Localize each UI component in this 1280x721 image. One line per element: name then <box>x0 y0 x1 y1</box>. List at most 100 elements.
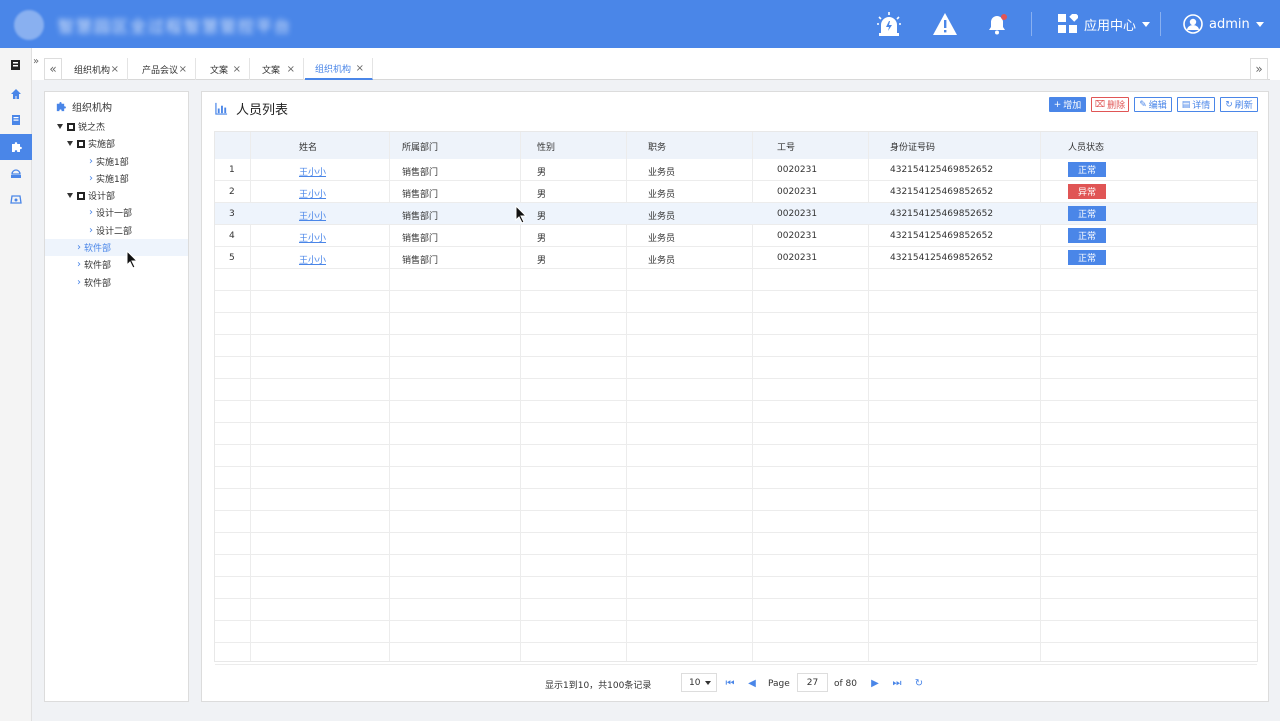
empty-table-row <box>215 533 1257 555</box>
tree-node[interactable]: 设计部 <box>45 187 188 204</box>
tree-node-label: 软件部 <box>84 244 112 254</box>
tab-scroll-right-icon[interactable]: » <box>1250 58 1268 80</box>
table-row[interactable]: 3 王小小 销售部门 男 业务员 0020231 432154125469852652 正常 <box>215 203 1257 225</box>
sidebar-item-monitor[interactable] <box>0 186 32 212</box>
table-cell: 432154125469852652 <box>890 187 994 197</box>
chevron-right-icon[interactable]: › <box>89 156 93 167</box>
chevron-right-icon[interactable]: › <box>89 207 93 218</box>
close-icon[interactable]: × <box>356 63 364 74</box>
sidebar-item-organization[interactable] <box>0 134 32 160</box>
table-cell: 2 <box>229 187 235 197</box>
column-header[interactable]: 所属部门 <box>402 140 438 153</box>
first-page-icon[interactable]: ⏮ <box>724 676 736 690</box>
add-button[interactable]: + 增加 <box>1049 97 1086 112</box>
person-name-link[interactable]: 王小小 <box>299 187 326 200</box>
person-name-link[interactable]: 王小小 <box>299 209 326 222</box>
close-icon[interactable]: × <box>179 64 187 75</box>
person-name-link[interactable]: 王小小 <box>299 165 326 178</box>
column-header[interactable]: 职务 <box>648 140 666 153</box>
column-header[interactable]: 工号 <box>777 140 795 153</box>
tree-node[interactable]: › 实施1部 <box>45 153 188 170</box>
tree-node[interactable]: 锐之杰 <box>45 118 188 135</box>
table-cell: 0020231 <box>777 253 818 263</box>
collapse-icon[interactable] <box>67 193 73 198</box>
tab-scroll-left-icon[interactable]: « <box>44 58 62 80</box>
table-row[interactable]: 1 王小小 销售部门 男 业务员 0020231 432154125469852652 正常 <box>215 159 1257 181</box>
sidebar-item-cloud[interactable] <box>0 160 32 186</box>
sidebar-item-docs[interactable] <box>0 52 32 78</box>
chevron-right-icon[interactable]: › <box>89 225 93 236</box>
tab-org-active[interactable]: 组织机构 × <box>305 58 373 80</box>
mouse-cursor <box>126 250 139 268</box>
chevron-right-icon[interactable]: › <box>77 242 81 253</box>
chevron-right-icon[interactable]: › <box>89 173 93 184</box>
column-header[interactable]: 姓名 <box>299 140 317 153</box>
chevron-right-icon[interactable]: › <box>77 259 81 270</box>
table-row[interactable]: 5 王小小 销售部门 男 业务员 0020231 432154125469852652 正常 <box>215 247 1257 269</box>
tree-node[interactable]: › 实施1部 <box>45 170 188 187</box>
warning-icon[interactable] <box>931 10 959 38</box>
app-center-menu[interactable]: 应用中心 <box>1058 0 1151 48</box>
person-name-link[interactable]: 王小小 <box>299 253 326 266</box>
table-cell: 432154125469852652 <box>890 231 994 241</box>
empty-table-row <box>215 291 1257 313</box>
sidebar-item-list[interactable] <box>0 107 32 133</box>
table-cell: 销售部门 <box>402 256 439 266</box>
table-row[interactable]: 4 王小小 销售部门 男 业务员 0020231 432154125469852652 正常 <box>215 225 1257 247</box>
chevron-down-icon <box>1142 21 1151 27</box>
empty-table-row <box>215 269 1257 291</box>
column-header[interactable]: 性别 <box>537 140 555 153</box>
chevron-down-icon <box>1255 21 1264 27</box>
refresh-icon: ↻ <box>1225 99 1233 110</box>
page-number-input[interactable]: 27 <box>797 673 828 692</box>
tab-org[interactable]: 组织机构 × <box>64 58 128 80</box>
table-cell: 销售部门 <box>402 212 439 222</box>
tree-node-label: 实施部 <box>88 140 116 150</box>
next-page-icon[interactable]: ▶ <box>869 676 881 690</box>
prev-page-icon[interactable]: ◀ <box>746 676 758 690</box>
tree-node[interactable]: › 设计二部 <box>45 222 188 239</box>
tree-node[interactable]: 实施部 <box>45 135 188 152</box>
close-icon[interactable]: × <box>287 64 295 75</box>
tree-node[interactable]: › 软件部 <box>45 256 188 273</box>
bookmark-icon <box>67 122 75 131</box>
tab-copy-2[interactable]: 文案 × <box>252 58 304 80</box>
collapse-icon[interactable] <box>67 141 73 146</box>
tree-node[interactable]: › 设计一部 <box>45 204 188 221</box>
detail-button[interactable]: ▤ 详情 <box>1177 97 1215 112</box>
puzzle-icon <box>12 142 22 152</box>
collapse-icon[interactable] <box>57 124 63 129</box>
delete-label: 删除 <box>1107 101 1126 111</box>
chevron-right-icon[interactable]: › <box>77 277 81 288</box>
sidebar-item-home[interactable] <box>0 81 32 107</box>
last-page-icon[interactable]: ⏭ <box>891 676 903 690</box>
table-cell: 1 <box>229 165 235 175</box>
tab-meeting[interactable]: 产品会议 × <box>132 58 196 80</box>
tab-copy-1[interactable]: 文案 × <box>200 58 250 80</box>
tab-bar: « 组织机构 × 产品会议 × 文案 × 文案 × 组织机构 × » <box>44 58 1270 80</box>
column-header[interactable]: 人员状态 <box>1068 140 1104 153</box>
monitor-icon <box>10 195 22 204</box>
delete-button[interactable]: ⌧ 删除 <box>1091 97 1129 112</box>
table-header: 姓名 所属部门 性别 职务 工号 身份证号码 人员状态 <box>215 132 1257 159</box>
close-icon[interactable]: × <box>111 64 119 75</box>
tree-node-selected[interactable]: › 软件部 <box>45 239 188 256</box>
tab-label: 产品会议 <box>142 65 179 76</box>
reload-icon[interactable]: ↻ <box>913 676 925 690</box>
refresh-button[interactable]: ↻ 刷新 <box>1220 97 1258 112</box>
page-size-select[interactable]: 10 <box>681 673 717 692</box>
bell-icon[interactable] <box>983 10 1011 38</box>
user-menu[interactable]: admin <box>1183 0 1264 48</box>
person-name-link[interactable]: 王小小 <box>299 231 326 244</box>
close-icon[interactable]: × <box>233 64 241 75</box>
column-header[interactable]: 身份证号码 <box>890 140 935 153</box>
empty-table-row <box>215 599 1257 621</box>
sidebar-expand-icon[interactable]: » <box>33 56 39 67</box>
home-icon <box>11 89 21 99</box>
table-row[interactable]: 2 王小小 销售部门 男 业务员 0020231 432154125469852652 异常 <box>215 181 1257 203</box>
alarm-icon[interactable] <box>875 10 903 38</box>
edit-button[interactable]: ✎ 编辑 <box>1134 97 1172 112</box>
page-label: Page <box>768 679 790 689</box>
tree-node[interactable]: › 软件部 <box>45 274 188 291</box>
grid-icon <box>1058 14 1078 33</box>
